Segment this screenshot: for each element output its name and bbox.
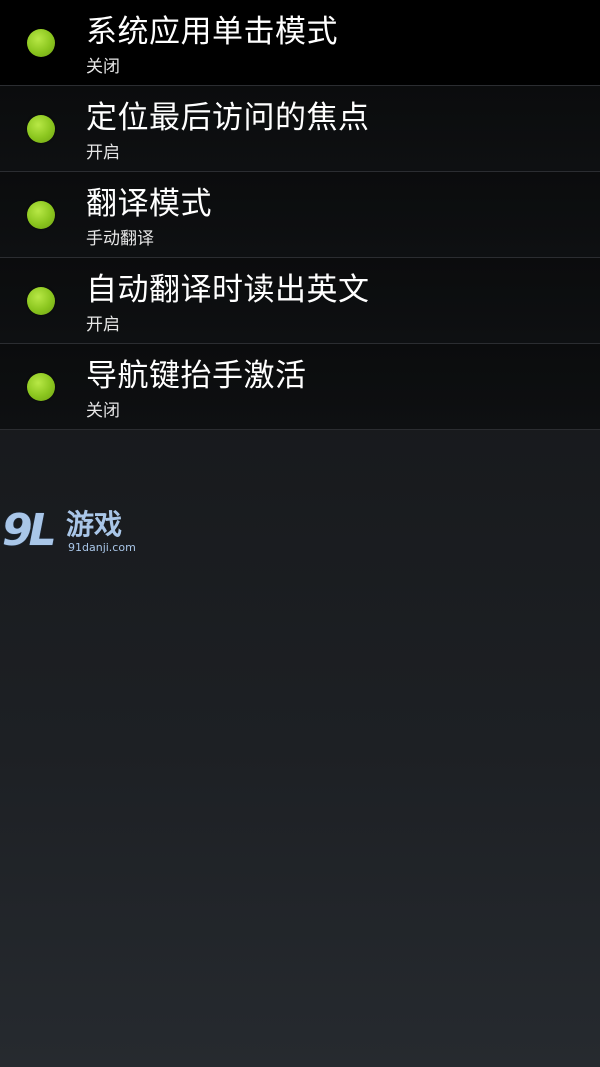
watermark-logo: 9L 游戏 91danji.com xyxy=(2,505,136,561)
setting-value: 开启 xyxy=(86,315,120,335)
setting-value: 关闭 xyxy=(86,57,120,77)
setting-title: 定位最后访问的焦点 xyxy=(86,100,370,136)
setting-value: 开启 xyxy=(86,143,120,163)
setting-title: 系统应用单击模式 xyxy=(86,14,338,50)
status-dot-icon xyxy=(27,115,55,143)
setting-nav-key-release-activation[interactable]: 导航键抬手激活 关闭 xyxy=(0,344,600,430)
status-dot-icon xyxy=(27,29,55,57)
status-dot-icon xyxy=(27,201,55,229)
watermark-name: 游戏 xyxy=(66,508,123,541)
status-dot-icon xyxy=(27,373,55,401)
watermark-mark: 9L xyxy=(2,505,57,556)
setting-system-app-single-tap[interactable]: 系统应用单击模式 关闭 xyxy=(0,0,600,86)
setting-value: 手动翻译 xyxy=(86,229,154,249)
setting-title: 自动翻译时读出英文 xyxy=(86,272,370,308)
watermark-url: 91danji.com xyxy=(68,541,136,554)
setting-value: 关闭 xyxy=(86,401,120,421)
setting-locate-last-focus[interactable]: 定位最后访问的焦点 开启 xyxy=(0,86,600,172)
setting-title: 翻译模式 xyxy=(86,186,212,222)
setting-title: 导航键抬手激活 xyxy=(86,358,307,394)
status-dot-icon xyxy=(27,287,55,315)
setting-translation-mode[interactable]: 翻译模式 手动翻译 xyxy=(0,172,600,258)
settings-list: 系统应用单击模式 关闭 定位最后访问的焦点 开启 翻译模式 手动翻译 自动翻译时… xyxy=(0,0,600,430)
setting-read-english-on-auto-translate[interactable]: 自动翻译时读出英文 开启 xyxy=(0,258,600,344)
